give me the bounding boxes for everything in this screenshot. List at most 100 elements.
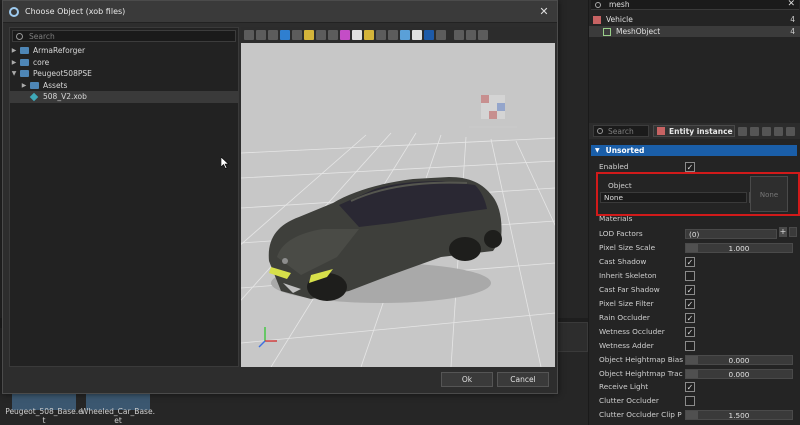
zoom-in-icon[interactable] [478, 30, 488, 40]
tree-item-core[interactable]: ▶ core [10, 57, 238, 69]
cube-icon[interactable] [280, 30, 290, 40]
folder-icon [20, 70, 29, 78]
object-property-highlight: Object None None [596, 172, 800, 216]
enabled-checkbox[interactable]: ✓ [685, 161, 695, 172]
wetness-occluder-checkbox[interactable]: ✓ [685, 326, 695, 337]
prop-receive-light: Receive Light ✓ [599, 381, 695, 392]
asset-label[interactable]: Wheeled_Car_Base. et [78, 407, 158, 425]
prop-rain-occluder: Rain Occluder ✓ [599, 312, 695, 323]
choose-object-dialog: Choose Object (xob files) ✕ Search ▶ Arm… [2, 0, 558, 394]
prop-pixel-size-filter: Pixel Size Filter ✓ [599, 298, 695, 309]
inherit-skeleton-checkbox[interactable] [685, 270, 695, 281]
clear-button[interactable] [789, 227, 797, 237]
entity-icon [657, 127, 665, 135]
pixel-size-filter-checkbox[interactable]: ✓ [685, 298, 695, 309]
slider-handle[interactable] [686, 410, 698, 419]
mouse-cursor-icon [221, 157, 229, 169]
zoom-out-icon[interactable] [454, 30, 464, 40]
bounds-icon[interactable] [304, 30, 314, 40]
tree-item-assets[interactable]: ▶ Assets [10, 80, 238, 92]
file-search-input[interactable]: Search [12, 30, 236, 42]
prop-cast-far-shadow: Cast Far Shadow ✓ [599, 284, 695, 295]
prop-wetness-occluder: Wetness Occluder ✓ [599, 326, 695, 337]
dialog-title: Choose Object (xob files) [25, 7, 126, 16]
asset-label[interactable]: Peugeot_508_Base.e t [4, 407, 84, 425]
pin-icon[interactable] [424, 30, 434, 40]
chevron-right-icon[interactable]: ▶ [20, 82, 28, 89]
preview-viewport[interactable] [241, 27, 555, 367]
xob-file-icon [29, 92, 39, 101]
entity-icon [593, 15, 601, 24]
prop-object-heightmap-trac: Object Heightmap Trac 0.000 [599, 367, 799, 380]
prop-lod-factors: LOD Factors (0) + [599, 227, 799, 240]
chevron-down-icon[interactable]: ▼ [10, 70, 18, 77]
object-label: Object [608, 181, 632, 190]
prop-wetness-adder: Wetness Adder [599, 339, 799, 352]
layers-icon[interactable] [364, 30, 374, 40]
lod-icon[interactable] [376, 30, 386, 40]
grid-icon[interactable] [244, 30, 254, 40]
physics-icon[interactable] [328, 30, 338, 40]
object-heightmap-bias-field[interactable]: 0.000 [685, 354, 793, 365]
receive-light-checkbox[interactable]: ✓ [685, 381, 695, 392]
slider-handle[interactable] [686, 243, 698, 252]
ok-button[interactable]: Ok [441, 372, 493, 387]
rotate-icon[interactable] [268, 30, 278, 40]
clutter-occluder-checkbox[interactable] [685, 395, 695, 406]
clutter-occluder-clip-field[interactable]: 1.500 [685, 409, 793, 420]
skeleton-icon[interactable] [292, 30, 302, 40]
camera-icon[interactable] [466, 30, 476, 40]
lod-factors-field[interactable]: (0) [685, 228, 777, 239]
pixel-size-scale-field[interactable]: 1.000 [685, 242, 793, 253]
tree-item-508-v2-xob[interactable]: 508_V2.xob [10, 91, 238, 103]
hierarchy-item-vehicle[interactable]: Vehicle 4 [589, 14, 800, 25]
editor-window: Peugeot_508_Base.e t Wheeled_Car_Base. et … [0, 0, 800, 425]
rain-occluder-checkbox[interactable]: ✓ [685, 312, 695, 323]
slider-handle[interactable] [686, 369, 698, 378]
viewport-toolbar [241, 27, 555, 43]
texture-icon[interactable] [412, 30, 422, 40]
wetness-adder-checkbox[interactable] [685, 340, 695, 351]
3d-scene[interactable] [241, 43, 555, 367]
menu-icon[interactable] [436, 30, 446, 40]
close-icon[interactable]: ✕ [787, 0, 795, 9]
hierarchy-icon[interactable] [774, 126, 783, 136]
object-preview: None [750, 176, 788, 212]
chevron-down-icon: ▼ [595, 147, 600, 154]
object-heightmap-trac-field[interactable]: 0.000 [685, 368, 793, 379]
color-icon[interactable] [400, 30, 410, 40]
gear-icon[interactable] [786, 126, 795, 136]
dialog-footer: Ok Cancel [3, 367, 557, 393]
cast-shadow-checkbox[interactable]: ✓ [685, 256, 695, 267]
prop-inherit-skeleton: Inherit Skeleton [599, 269, 799, 282]
chevron-right-icon[interactable]: ▶ [10, 59, 18, 66]
chevron-down-icon[interactable] [738, 126, 747, 136]
move-icon[interactable] [256, 30, 266, 40]
wireframe-icon[interactable] [316, 30, 326, 40]
app-logo-icon [9, 6, 19, 17]
cast-far-shadow-checkbox[interactable]: ✓ [685, 284, 695, 295]
close-icon[interactable]: ✕ [537, 5, 551, 19]
file-tree: ▶ ArmaReforger ▶ core ▼ Peugeot508PSE ▶ [10, 45, 238, 103]
chevron-right-icon[interactable]: ▶ [10, 47, 18, 54]
light-icon[interactable] [352, 30, 362, 40]
add-icon[interactable]: + [779, 227, 787, 237]
entity-instance-dropdown[interactable]: Entity instance [653, 125, 735, 137]
cancel-button[interactable]: Cancel [497, 372, 549, 387]
prop-cast-shadow: Cast Shadow ✓ [599, 256, 695, 267]
inspector-search-input[interactable]: Search [593, 125, 649, 137]
tree-item-peugeot508pse[interactable]: ▼ Peugeot508PSE [10, 68, 238, 80]
file-tree-pane: Search ▶ ArmaReforger ▶ core ▼ Peugeot50… [9, 27, 239, 367]
hierarchy-item-meshobject[interactable]: MeshObject 4 [589, 26, 800, 37]
slider-handle[interactable] [686, 355, 698, 364]
object-field[interactable]: None [600, 192, 747, 203]
section-header-unsorted[interactable]: ▼ Unsorted [591, 145, 797, 156]
open-external-icon[interactable] [750, 126, 759, 136]
search-icon[interactable] [762, 126, 771, 136]
prop-clutter-occluder-clip: Clutter Occluder Clip P 1.500 [599, 408, 799, 421]
angle-icon[interactable] [388, 30, 398, 40]
search-icon [16, 32, 23, 40]
tree-item-armareforger[interactable]: ▶ ArmaReforger [10, 45, 238, 57]
material-icon[interactable] [340, 30, 350, 40]
hierarchy-search-input[interactable]: mesh ✕ [591, 0, 799, 10]
